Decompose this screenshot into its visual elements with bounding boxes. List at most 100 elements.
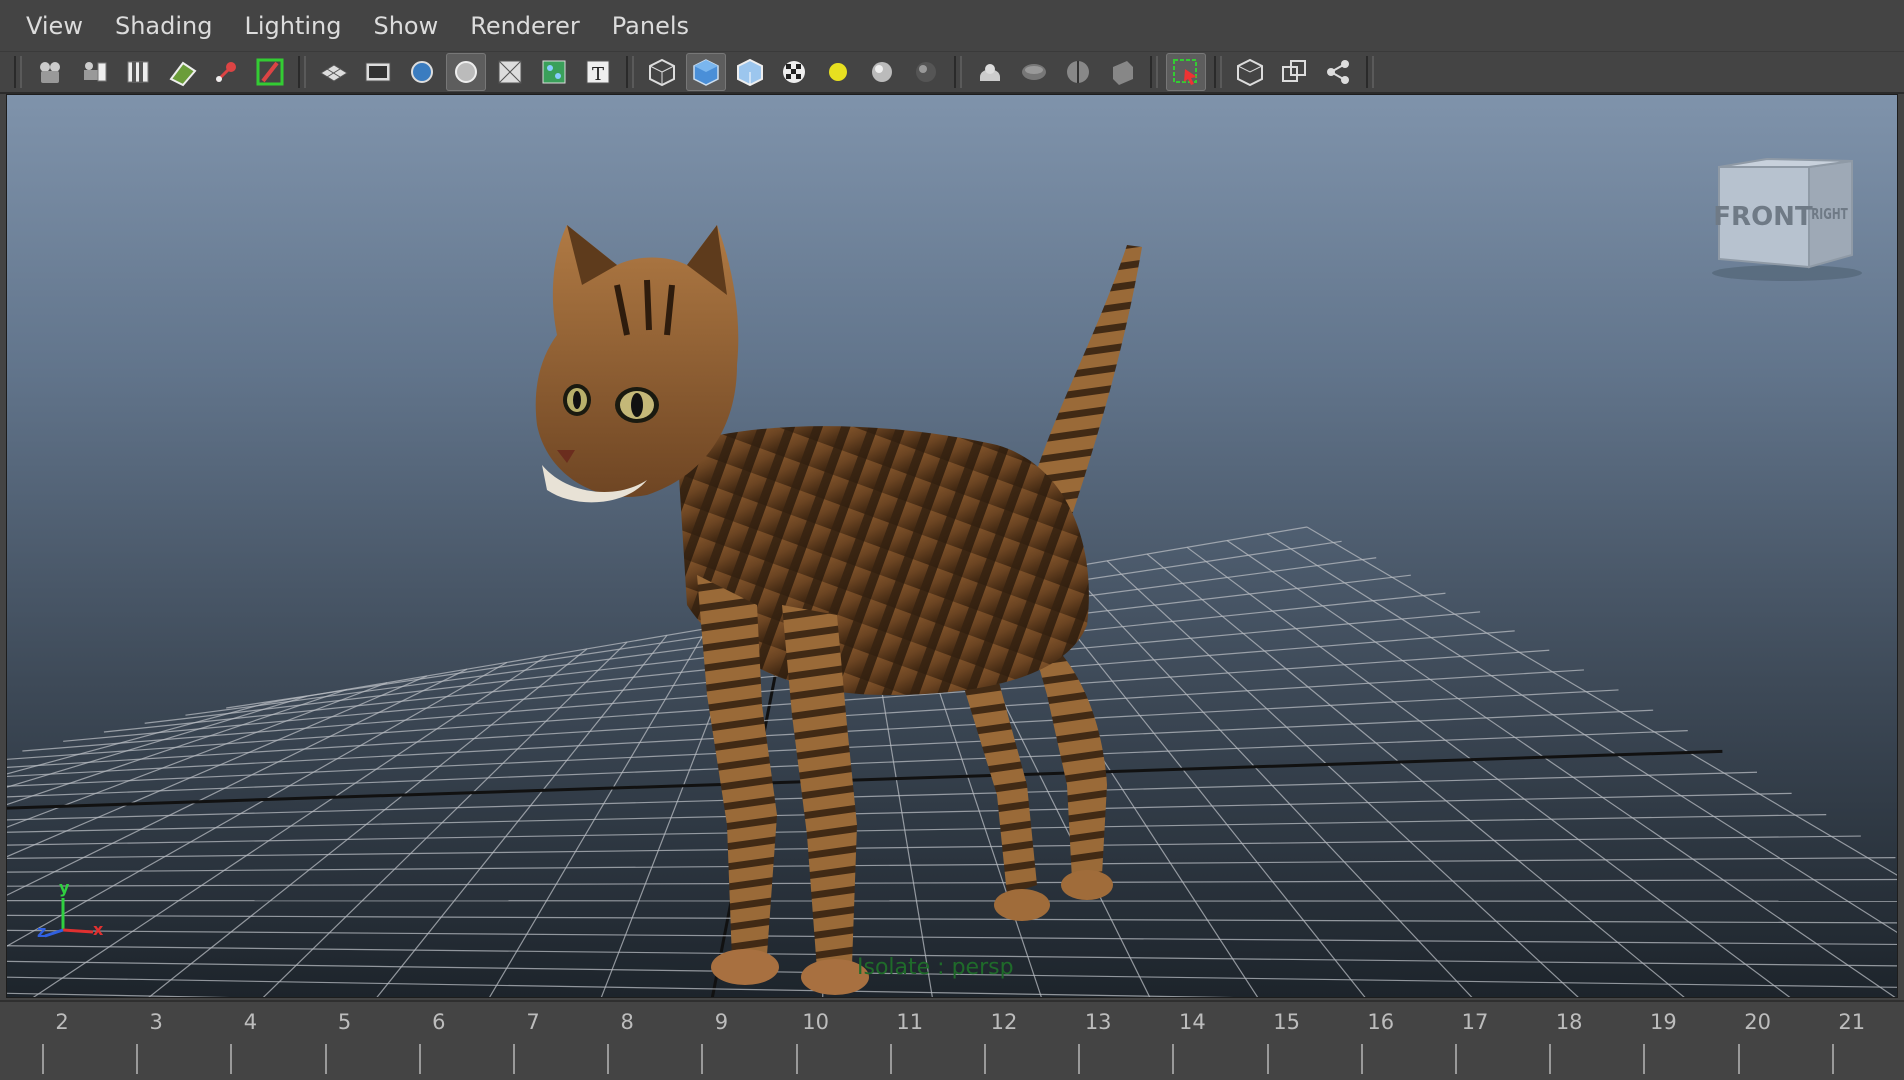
axis-gizmo: y x z: [35, 878, 115, 950]
menu-renderer[interactable]: Renderer: [454, 0, 596, 52]
grid-line: [1106, 560, 1579, 997]
frame-label: 4: [243, 1010, 258, 1034]
bookmarks-icon[interactable]: [118, 53, 158, 91]
view-cube-front-label: FRONT: [1713, 202, 1813, 232]
frame-label: 10: [802, 1010, 829, 1034]
frame-label: 3: [149, 1010, 163, 1034]
safe-title-icon[interactable]: T: [578, 53, 618, 91]
toolbar-separator: [1214, 56, 1222, 88]
xray-active-components-icon[interactable]: [1274, 53, 1314, 91]
textured-icon[interactable]: [774, 53, 814, 91]
toolbar-separator: [954, 56, 962, 88]
grid-line: [1226, 540, 1896, 997]
frame-tick: [795, 1044, 798, 1074]
frame-tick: [1078, 1044, 1081, 1074]
grid-line: [1186, 546, 1791, 997]
frame-label: 6: [432, 1010, 446, 1034]
frame-tick: [230, 1044, 233, 1074]
gate-mask-icon[interactable]: [446, 53, 486, 91]
frame-label: 13: [1084, 1010, 1112, 1034]
perspective-viewport[interactable]: FRONT RIGHT y x z Isolate : persp: [6, 94, 1898, 998]
frame-label: 11: [896, 1010, 924, 1034]
resolution-gate-icon[interactable]: [402, 53, 442, 91]
frame-tick: [136, 1044, 139, 1074]
frame-tick: [984, 1044, 986, 1074]
use-all-lights-icon[interactable]: [818, 53, 858, 91]
frame-label: 14: [1179, 1010, 1206, 1034]
grid-line: [1266, 533, 1897, 934]
panel-toolbar: T: [0, 52, 1904, 94]
grid-icon[interactable]: [314, 53, 354, 91]
smooth-shade-icon[interactable]: [686, 53, 726, 91]
2d-pan-zoom-icon[interactable]: [206, 53, 246, 91]
safe-action-icon[interactable]: [534, 53, 574, 91]
menu-show[interactable]: Show: [357, 0, 454, 52]
frame-label: 5: [337, 1010, 352, 1034]
isolate-select-icon[interactable]: [1166, 53, 1206, 91]
grid-line: [1146, 553, 1685, 997]
frame-tick: [1172, 1044, 1175, 1074]
film-gate-icon[interactable]: [358, 53, 398, 91]
frame-tick: [418, 1044, 421, 1074]
toolbar-separator: [1366, 56, 1374, 88]
frame-label: 21: [1838, 1010, 1866, 1034]
wireframe-icon[interactable]: [642, 53, 682, 91]
frame-tick: [1360, 1044, 1363, 1074]
svg-text:T: T: [592, 64, 604, 85]
toolbar-separator: [626, 56, 634, 88]
node-editor-icon[interactable]: [1318, 53, 1358, 91]
isolate-label: Isolate : persp: [857, 955, 1014, 980]
frame-tick: [889, 1044, 892, 1074]
panel-menu-bar: View Shading Lighting Show Renderer Panels: [0, 0, 1904, 52]
frame-tick: [1549, 1044, 1552, 1074]
frame-label: 18: [1555, 1010, 1583, 1034]
frame-tick: [607, 1044, 610, 1074]
select-camera-icon[interactable]: [30, 53, 70, 91]
frame-tick: [513, 1044, 515, 1074]
wireframe-on-shaded-icon[interactable]: [730, 53, 770, 91]
time-slider[interactable]: 2 3 4 5 6 7 8 9 10 11 12 13 14 15 16 17 18 19 20 21: [0, 1000, 1904, 1080]
multisample-aa-icon[interactable]: [1014, 53, 1054, 91]
frame-label: 16: [1367, 1010, 1395, 1034]
image-plane-icon[interactable]: [162, 53, 202, 91]
view-cube[interactable]: FRONT RIGHT: [1707, 155, 1867, 285]
xray-icon[interactable]: [1102, 53, 1142, 91]
toolbar-separator: [298, 56, 306, 88]
camera-attributes-icon[interactable]: [74, 53, 114, 91]
frame-label: 20: [1744, 1010, 1771, 1034]
frame-label: 12: [990, 1010, 1018, 1034]
menu-view[interactable]: View: [10, 0, 99, 52]
toolbar-separator: [1150, 56, 1158, 88]
menu-lighting[interactable]: Lighting: [228, 0, 357, 52]
frame-tick: [701, 1044, 704, 1074]
axis-z-label: z: [37, 922, 47, 941]
depth-of-field-icon[interactable]: [1058, 53, 1098, 91]
frame-label: 7: [526, 1010, 540, 1034]
xray-joints-icon[interactable]: [1230, 53, 1270, 91]
menu-panels[interactable]: Panels: [596, 0, 705, 52]
frame-label: 15: [1273, 1010, 1300, 1034]
frame-label: 9: [714, 1010, 729, 1034]
frame-tick: [1266, 1044, 1269, 1074]
frame-label: 19: [1650, 1010, 1677, 1034]
axis-x-label: x: [93, 920, 104, 939]
motion-blur-icon[interactable]: [970, 53, 1010, 91]
grease-pencil-icon[interactable]: [250, 53, 290, 91]
frame-tick: [1643, 1044, 1646, 1074]
frame-tick: [324, 1044, 327, 1074]
view-cube-right-label: RIGHT: [1811, 206, 1848, 223]
menu-shading[interactable]: Shading: [99, 0, 229, 52]
frame-tick: [1831, 1044, 1834, 1074]
screen-space-ao-icon[interactable]: [906, 53, 946, 91]
field-chart-icon[interactable]: [490, 53, 530, 91]
grid-line: [148, 648, 588, 997]
frame-tick: [1455, 1044, 1457, 1074]
frame-label: 17: [1461, 1010, 1489, 1034]
cat-model[interactable]: [527, 225, 1167, 998]
toolbar-separator: [14, 56, 22, 88]
frame-label: 8: [620, 1010, 634, 1034]
frame-tick: [42, 1044, 44, 1074]
frame-label: 2: [55, 1010, 69, 1034]
shadows-icon[interactable]: [862, 53, 902, 91]
axis-y-label: y: [59, 878, 70, 897]
